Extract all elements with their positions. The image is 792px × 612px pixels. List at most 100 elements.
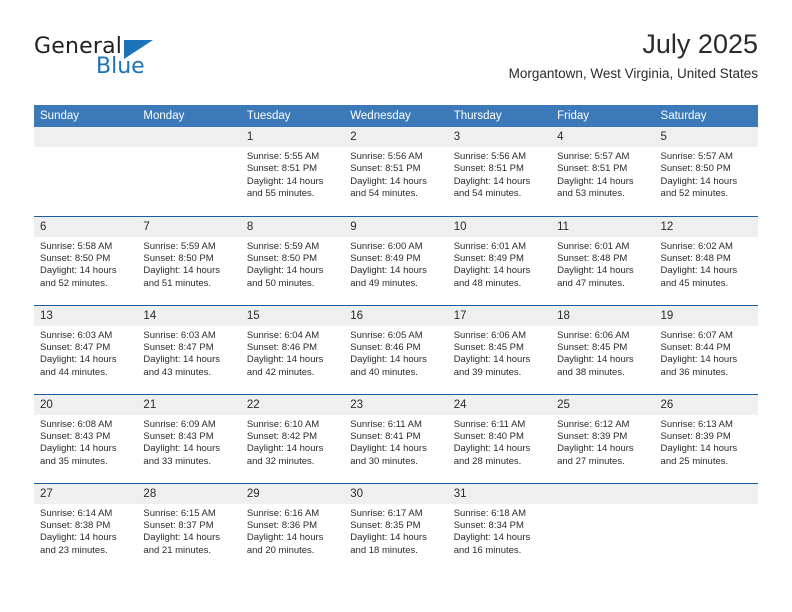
sunrise-text: Sunrise: 6:03 AM [40,329,113,341]
calendar-body: 1 Sunrise: 5:55 AM Sunset: 8:51 PM Daylight… [34,127,758,572]
calendar-day-cell[interactable]: 23 Sunrise: 6:11 AM Sunset: 8:41 PM Dayligh… [344,393,448,483]
sunset-text: Sunset: 8:45 PM [557,341,628,353]
calendar-day-cell[interactable]: 3 Sunrise: 5:56 AM Sunset: 8:51 PM Daylight… [447,127,552,216]
day-number: 12 [654,216,758,237]
sunset-text: Sunset: 8:44 PM [660,341,731,353]
day-number: 10 [447,216,552,237]
calendar-day-cell[interactable]: 28 Sunrise: 6:15 AM Sunset: 8:37 PM Dayligh… [137,482,241,572]
calendar-day-cell[interactable]: 1 Sunrise: 5:55 AM Sunset: 8:51 PM Daylight… [240,127,345,216]
calendar-day-cell[interactable]: 9 Sunrise: 6:00 AM Sunset: 8:49 PM Daylight… [344,215,448,305]
calendar-day-cell[interactable]: 15 Sunrise: 6:04 AM Sunset: 8:46 PM Dayligh… [240,304,345,394]
day-details: Sunrise: 6:06 AM Sunset: 8:45 PM Daylight:… [551,326,654,380]
sunset-text: Sunset: 8:46 PM [350,341,421,353]
calendar-day-cell[interactable]: 25 Sunrise: 6:12 AM Sunset: 8:39 PM Dayligh… [551,393,655,483]
day-number: 19 [654,305,758,326]
calendar-day-cell[interactable]: 12 Sunrise: 6:02 AM Sunset: 8:48 PM Dayligh… [654,215,758,305]
day-number: 25 [551,394,655,415]
daylight-text: Daylight: 14 hours and 45 minutes. [660,265,738,289]
daylight-text: Daylight: 14 hours and 53 minutes. [557,175,634,200]
day-details: Sunrise: 5:59 AM Sunset: 8:50 PM Daylight:… [241,237,344,291]
daylight-text: Daylight: 14 hours and 47 minutes. [557,265,634,289]
day-details: Sunrise: 6:12 AM Sunset: 8:39 PM Daylight:… [551,415,654,469]
calendar-day-cell[interactable]: 26 Sunrise: 6:13 AM Sunset: 8:39 PM Dayligh… [654,393,758,483]
calendar-day-cell[interactable]: 8 Sunrise: 5:59 AM Sunset: 8:50 PM Daylight… [240,215,345,305]
weekday-header-saturday: Saturday [654,105,758,127]
calendar-day-cell[interactable]: 18 Sunrise: 6:06 AM Sunset: 8:45 PM Dayligh… [551,304,655,394]
sunrise-text: Sunrise: 5:59 AM [143,240,216,252]
daylight-text: Daylight: 14 hours and 32 minutes. [246,443,324,467]
calendar-day-cell[interactable]: 22 Sunrise: 6:10 AM Sunset: 8:42 PM Dayligh… [240,393,345,483]
sunset-text: Sunset: 8:37 PM [143,519,214,531]
day-details: Sunrise: 5:57 AM Sunset: 8:50 PM Daylight:… [655,147,758,201]
day-number: 27 [34,483,138,504]
sunrise-text: Sunrise: 5:56 AM [453,151,527,162]
calendar-day-cell[interactable]: 5 Sunrise: 5:57 AM Sunset: 8:50 PM Daylight… [654,127,758,216]
sunrise-text: Sunrise: 5:55 AM [246,151,320,162]
calendar-week-row: 27 Sunrise: 6:14 AM Sunset: 8:38 PM Dayligh… [34,482,758,572]
sunset-text: Sunset: 8:46 PM [246,341,318,353]
day-number: 24 [447,394,552,415]
calendar-day-cell[interactable]: 27 Sunrise: 6:14 AM Sunset: 8:38 PM Dayligh… [34,482,138,572]
sunrise-text: Sunrise: 5:56 AM [350,151,423,162]
sunset-text: Sunset: 8:47 PM [143,341,214,353]
day-details: Sunrise: 6:14 AM Sunset: 8:38 PM Daylight:… [34,504,137,558]
day-number: 4 [551,127,655,147]
calendar-day-cell[interactable]: 21 Sunrise: 6:09 AM Sunset: 8:43 PM Dayligh… [137,393,241,483]
sunrise-text: Sunrise: 6:16 AM [246,507,320,519]
sunrise-text: Sunrise: 6:13 AM [660,418,733,430]
calendar-day-cell[interactable]: 20 Sunrise: 6:08 AM Sunset: 8:43 PM Dayligh… [34,393,138,483]
calendar-day-cell[interactable]: 2 Sunrise: 5:56 AM Sunset: 8:51 PM Daylight… [344,127,448,216]
sunset-text: Sunset: 8:41 PM [350,430,421,442]
day-details: Sunrise: 6:02 AM Sunset: 8:48 PM Daylight:… [655,237,758,291]
day-details: Sunrise: 5:56 AM Sunset: 8:51 PM Daylight:… [448,147,551,201]
day-number: 14 [137,305,241,326]
calendar-day-cell[interactable]: 4 Sunrise: 5:57 AM Sunset: 8:51 PM Daylight… [551,127,655,216]
daylight-text: Daylight: 14 hours and 16 minutes. [453,532,531,556]
day-number: 2 [344,127,448,147]
generalblue-logo[interactable]: General Blue [34,34,234,86]
calendar-day-cell[interactable]: 6 Sunrise: 5:58 AM Sunset: 8:50 PM Daylight… [34,215,138,305]
calendar-day-cell[interactable]: 29 Sunrise: 6:16 AM Sunset: 8:36 PM Dayligh… [240,482,345,572]
calendar-week-row: 1 Sunrise: 5:55 AM Sunset: 8:51 PM Daylight… [34,127,758,216]
daylight-text: Daylight: 14 hours and 35 minutes. [40,443,117,467]
calendar-week-row: 13 Sunrise: 6:03 AM Sunset: 8:47 PM Dayligh… [34,304,758,394]
day-number: 11 [551,216,655,237]
day-details: Sunrise: 5:55 AM Sunset: 8:51 PM Daylight:… [241,147,344,201]
day-number: 31 [447,483,552,504]
sunrise-text: Sunrise: 6:12 AM [557,418,630,430]
day-number: 1 [240,127,345,147]
sunrise-text: Sunrise: 6:06 AM [453,329,527,341]
sunset-text: Sunset: 8:50 PM [40,252,111,264]
sunrise-text: Sunrise: 6:09 AM [143,418,216,430]
sunset-text: Sunset: 8:51 PM [246,163,318,175]
title-block: July 2025 Morgantown, West Virginia, Uni… [509,28,758,82]
daylight-text: Daylight: 14 hours and 54 minutes. [453,175,531,200]
calendar-day-cell[interactable]: 7 Sunrise: 5:59 AM Sunset: 8:50 PM Daylight… [137,215,241,305]
calendar-day-cell[interactable]: 24 Sunrise: 6:11 AM Sunset: 8:40 PM Dayligh… [447,393,552,483]
daylight-text: Daylight: 14 hours and 20 minutes. [246,532,324,556]
day-number: 7 [137,216,241,237]
calendar-day-cell[interactable]: 31 Sunrise: 6:18 AM Sunset: 8:34 PM Dayligh… [447,482,552,572]
calendar-day-cell[interactable]: 16 Sunrise: 6:05 AM Sunset: 8:46 PM Dayligh… [344,304,448,394]
calendar-table: Sunday Monday Tuesday Wednesday Thursday… [34,105,758,572]
sunset-text: Sunset: 8:34 PM [453,519,524,531]
daylight-text: Daylight: 14 hours and 51 minutes. [143,265,220,289]
sunset-text: Sunset: 8:39 PM [660,430,731,442]
calendar-day-cell[interactable]: 17 Sunrise: 6:06 AM Sunset: 8:45 PM Dayligh… [447,304,552,394]
day-details: Sunrise: 6:13 AM Sunset: 8:39 PM Daylight:… [655,415,758,469]
daylight-text: Daylight: 14 hours and 39 minutes. [453,354,531,378]
calendar-day-cell[interactable]: 19 Sunrise: 6:07 AM Sunset: 8:44 PM Dayligh… [654,304,758,394]
sunset-text: Sunset: 8:50 PM [660,163,731,175]
calendar-header-row: Sunday Monday Tuesday Wednesday Thursday… [34,105,758,127]
calendar-day-cell[interactable]: 14 Sunrise: 6:03 AM Sunset: 8:47 PM Dayligh… [137,304,241,394]
calendar-day-cell[interactable]: 11 Sunrise: 6:01 AM Sunset: 8:48 PM Dayligh… [551,215,655,305]
sunset-text: Sunset: 8:47 PM [40,341,111,353]
calendar-week-row: 20 Sunrise: 6:08 AM Sunset: 8:43 PM Dayligh… [34,393,758,483]
daylight-text: Daylight: 14 hours and 38 minutes. [557,354,634,378]
calendar-day-cell[interactable]: 10 Sunrise: 6:01 AM Sunset: 8:49 PM Dayligh… [447,215,552,305]
day-details: Sunrise: 6:04 AM Sunset: 8:46 PM Daylight:… [241,326,344,380]
weekday-header-wednesday: Wednesday [344,105,448,127]
day-details: Sunrise: 6:09 AM Sunset: 8:43 PM Daylight:… [137,415,240,469]
calendar-day-cell[interactable]: 30 Sunrise: 6:17 AM Sunset: 8:35 PM Dayligh… [344,482,448,572]
calendar-day-cell[interactable]: 13 Sunrise: 6:03 AM Sunset: 8:47 PM Dayligh… [34,304,138,394]
